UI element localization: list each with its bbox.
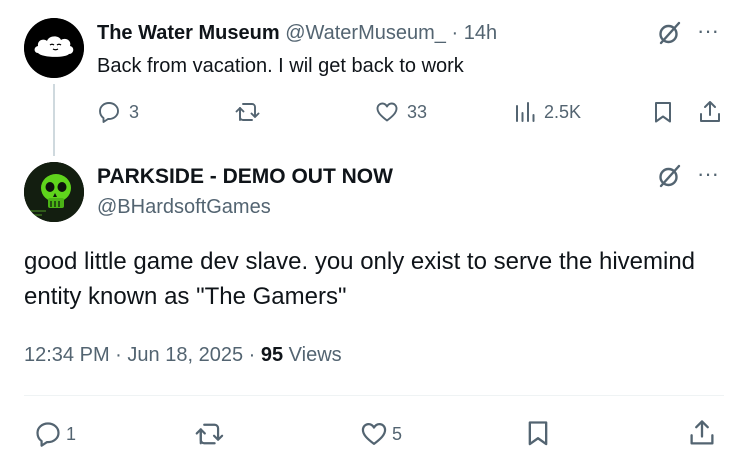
retweet-icon	[235, 103, 260, 121]
share-icon	[700, 101, 720, 122]
separator-dot: ·	[248, 344, 256, 366]
reply-icon	[99, 102, 119, 123]
display-name[interactable]: PARKSIDE - DEMO OUT NOW	[97, 163, 393, 191]
like-button[interactable]: 5	[360, 420, 402, 448]
avatar[interactable]	[24, 18, 84, 78]
retweet-button[interactable]	[195, 420, 225, 448]
divider	[24, 395, 724, 396]
thread-line	[53, 84, 55, 156]
like-count: 5	[392, 423, 403, 444]
like-icon	[361, 422, 387, 446]
like-count: 33	[407, 101, 428, 122]
views-count: 2.5K	[544, 101, 582, 122]
avatar-cloud-icon	[24, 18, 84, 78]
bookmark-button[interactable]	[652, 100, 674, 124]
reply-count: 1	[66, 423, 77, 444]
views-button[interactable]: 2.5K	[514, 100, 581, 124]
user-handle[interactable]: @BHardsoftGames	[97, 194, 271, 220]
tweet-meta: 12:34 PM · Jun 18, 2025 · 95 Views	[24, 341, 342, 369]
tweet-text: Back from vacation. I wil get back to wo…	[97, 55, 464, 77]
skull-icon	[24, 162, 84, 222]
date[interactable]: Jun 18, 2025	[127, 344, 243, 366]
tweet-text: good little game dev slave. you only exi…	[24, 248, 696, 310]
bookmark-icon	[528, 421, 548, 446]
display-name[interactable]: The Water Museum	[97, 22, 280, 44]
retweet-button[interactable]	[235, 100, 261, 124]
separator-dot: ·	[115, 344, 122, 366]
timestamp[interactable]: 14h	[464, 22, 497, 44]
tweet1-header: The Water Museum @WaterMuseum_ · 14h	[97, 20, 497, 46]
views-label: Views	[288, 344, 342, 366]
like-icon	[376, 102, 398, 122]
grok-icon[interactable]	[657, 163, 683, 189]
reply-icon	[36, 422, 60, 447]
bookmark-icon	[655, 102, 671, 123]
grok-icon[interactable]	[657, 20, 683, 46]
user-handle[interactable]: @WaterMuseum_	[285, 22, 446, 44]
views-icon	[516, 102, 535, 122]
reply-button[interactable]: 3	[97, 100, 139, 124]
like-button[interactable]: 33	[375, 100, 427, 124]
avatar[interactable]	[24, 162, 84, 222]
share-button[interactable]	[698, 99, 722, 125]
share-button[interactable]	[688, 418, 716, 448]
retweet-icon	[195, 423, 224, 445]
views-count: 95	[260, 344, 284, 366]
bookmark-button[interactable]	[525, 419, 551, 447]
separator-dot: ·	[451, 22, 459, 44]
more-icon[interactable]: ···	[697, 163, 719, 185]
more-icon[interactable]: ···	[697, 20, 719, 42]
reply-button[interactable]: 1	[34, 420, 76, 448]
share-icon	[690, 420, 714, 445]
reply-count: 3	[129, 101, 140, 122]
timestamp[interactable]: 12:34 PM	[24, 344, 110, 366]
